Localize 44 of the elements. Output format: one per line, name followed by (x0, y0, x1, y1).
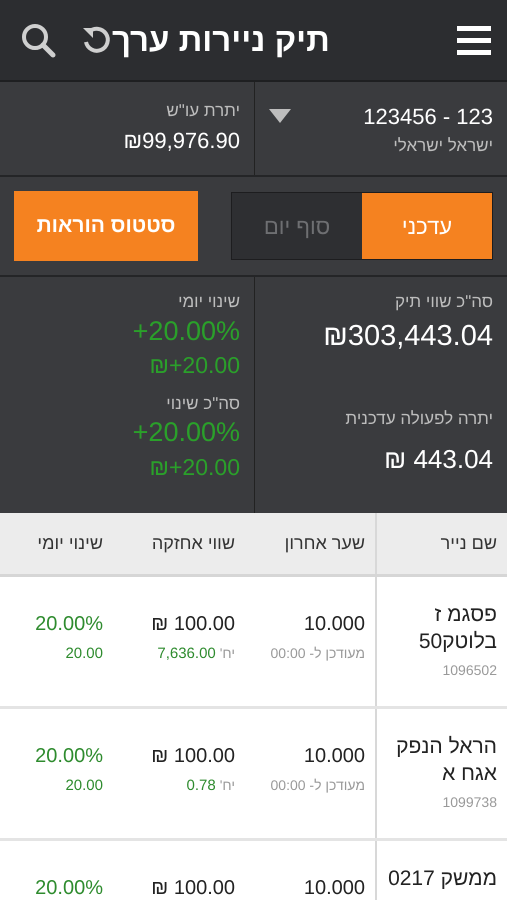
total-change-label: סה"כ שינוי (165, 392, 240, 415)
holding-value: ₪ 100.00 (150, 876, 235, 900)
security-number: 1096502 (441, 660, 497, 680)
column-header[interactable]: שם נייר (440, 530, 497, 557)
last-price: 10.000 (302, 876, 365, 900)
account-number: 123 - 123456 (362, 103, 493, 131)
page-title: תיק ניירות ערך (112, 20, 330, 60)
search-icon[interactable] (20, 22, 56, 58)
units-value: 0.78 (186, 776, 216, 796)
holding-value: ₪ 100.00 (150, 612, 235, 637)
column-header[interactable]: שינוי יומי (37, 530, 103, 557)
updated-time: מעודכן ל- 00:00 (270, 776, 365, 795)
security-name: ממשק 0217 (387, 866, 497, 892)
portfolio-value: ₪303,443.04 (322, 318, 493, 354)
available-label: יתרה לפעולה עדכנית (344, 408, 493, 430)
units-label: יח' (220, 644, 235, 663)
holding-value: ₪ 100.00 (150, 744, 235, 769)
units-label: יח' (220, 776, 235, 795)
account-owner: ישראל ישראלי (392, 135, 493, 157)
balance-value: ₪99,976.90 (123, 126, 240, 154)
total-change-percent: +20.00% (132, 416, 240, 450)
daily-change-amount: ₪+20.00 (148, 351, 240, 380)
security-name: הראל הנפק אגח א (395, 734, 497, 788)
change-percent: 20.00% (34, 744, 103, 769)
balance-label: יתרת עו"ש (165, 100, 240, 122)
updated-time: מעודכן ל- 00:00 (270, 644, 365, 663)
dropdown-icon[interactable] (269, 109, 291, 123)
units-value: 7,636.00 (157, 644, 216, 664)
daily-change-label: שינוי יומי (177, 291, 240, 313)
available-value: ₪ 443.04 (383, 442, 493, 476)
change-value: 20.00 (64, 644, 103, 664)
column-header[interactable]: שער אחרון (284, 530, 365, 557)
last-price: 10.000 (302, 612, 365, 637)
column-header[interactable]: שווי אחזקה (152, 530, 235, 557)
last-price: 10.000 (302, 744, 365, 769)
change-percent: 20.00% (34, 876, 103, 900)
menu-icon[interactable] (457, 24, 491, 56)
change-percent: 20.00% (34, 612, 103, 637)
portfolio-label: סה"כ שווי תיק (394, 291, 493, 313)
total-change-amount: ₪+20.00 (148, 453, 240, 482)
security-number: 1099738 (441, 792, 497, 812)
daily-change-percent: +20.00% (132, 314, 240, 348)
change-value: 20.00 (64, 776, 103, 796)
security-name: פסגמ ז בלוטק50 (418, 602, 497, 656)
